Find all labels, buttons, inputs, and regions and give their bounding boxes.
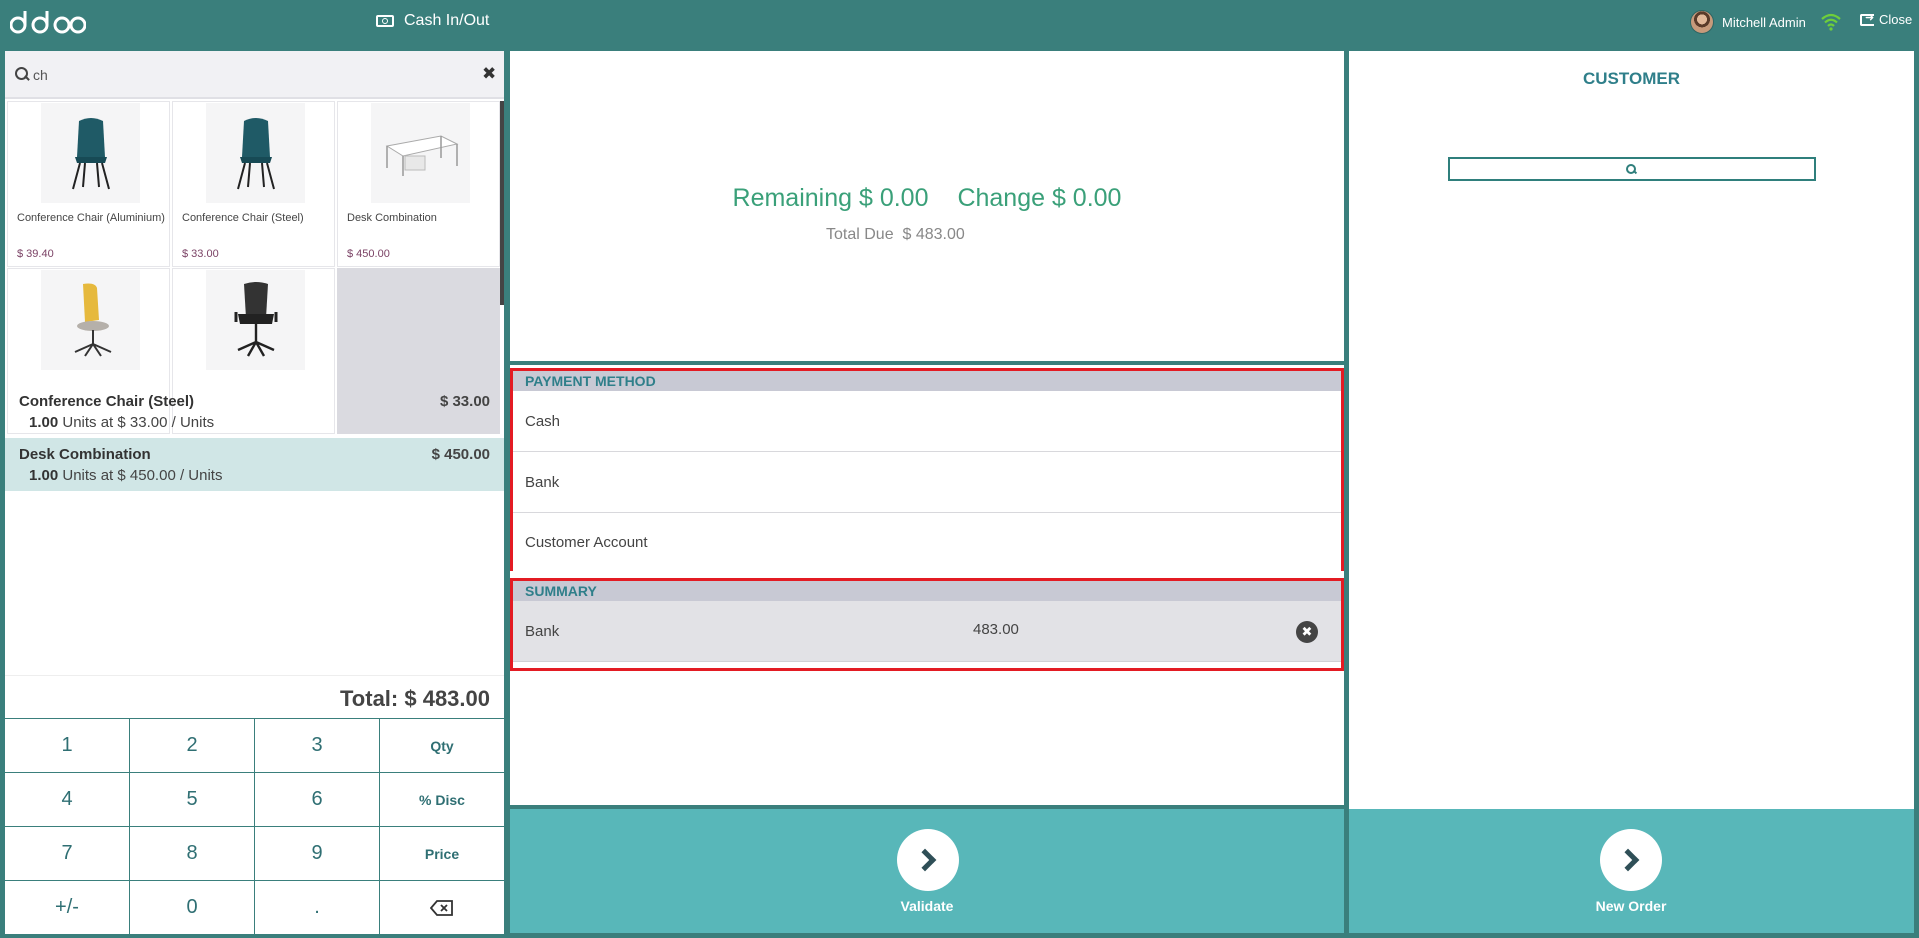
total-due: Total Due $ 483.00: [826, 226, 965, 244]
close-label: Close: [1879, 12, 1913, 27]
teal-chair-icon: [206, 103, 305, 203]
numpad-key-4[interactable]: 4: [5, 773, 130, 827]
orderline-unit-info: Units at $ 450.00 / Units: [62, 467, 223, 484]
payment-status-line: Remaining $ 0.00 Change $ 0.00: [510, 184, 1344, 213]
numpad-key-2[interactable]: 2: [130, 719, 255, 773]
cash-in-out-button[interactable]: Cash In/Out: [376, 12, 489, 30]
payment-line-amount: 483.00: [973, 621, 1019, 638]
backspace-icon: [430, 899, 453, 916]
payment-status-panel: Remaining $ 0.00 Change $ 0.00 Total Due…: [510, 51, 1344, 361]
new-order-label: New Order: [1595, 898, 1667, 914]
order-line-selected[interactable]: Desk Combination $ 450.00 1.00 Units at …: [5, 438, 504, 491]
customer-panel: CUSTOMER: [1349, 51, 1914, 809]
numpad-key-6[interactable]: 6: [255, 773, 380, 827]
product-card[interactable]: Conference Chair (Steel) $ 33.00: [172, 101, 335, 267]
black-office-chair-icon: [206, 270, 305, 370]
wifi-icon: [1821, 13, 1841, 31]
orderline-price: $ 450.00: [431, 446, 490, 463]
payment-line-method: Bank: [525, 622, 560, 640]
numpad-key-5[interactable]: 5: [130, 773, 255, 827]
numpad-key-1[interactable]: 1: [5, 719, 130, 773]
search-icon: [15, 67, 29, 81]
payment-method-title: PAYMENT METHOD: [513, 371, 1341, 391]
orderline-price: $ 33.00: [439, 393, 490, 410]
cash-in-out-label: Cash In/Out: [404, 12, 490, 29]
customer-title: CUSTOMER: [1583, 69, 1680, 88]
product-card[interactable]: Desk Combination $ 450.00: [337, 101, 500, 267]
product-price: $ 450.00: [347, 248, 390, 260]
remaining-amount: Remaining $ 0.00: [732, 184, 929, 212]
payment-method-cash[interactable]: Cash: [513, 391, 1341, 452]
chevron-right-icon: [1600, 829, 1662, 891]
product-price: $ 33.00: [182, 248, 219, 260]
payment-method-customer-account[interactable]: Customer Account: [513, 513, 1341, 571]
orderline-unit-info: Units at $ 33.00 / Units: [62, 414, 215, 431]
payment-method-section: PAYMENT METHOD Cash Bank Customer Accoun…: [510, 368, 1344, 571]
order-lines: Conference Chair (Steel) $ 33.00 1.00 Un…: [5, 385, 504, 491]
orderline-qty: 1.00: [29, 414, 59, 431]
product-search-input[interactable]: [33, 63, 453, 87]
chevron-right-icon: [897, 829, 959, 891]
total-due-value: $ 483.00: [902, 226, 965, 243]
avatar: [1690, 10, 1714, 34]
validate-label: Validate: [900, 898, 954, 914]
numpad-decimal-button[interactable]: .: [255, 881, 380, 934]
clear-search-icon[interactable]: ✖: [482, 64, 496, 84]
money-icon: [376, 15, 394, 27]
numpad-discount-button[interactable]: % Disc: [380, 773, 504, 827]
numpad-plus-minus-button[interactable]: +/-: [5, 881, 130, 934]
orderline-name: Desk Combination: [19, 446, 151, 463]
numpad-key-9[interactable]: 9: [255, 827, 380, 881]
payment-method-bank[interactable]: Bank: [513, 452, 1341, 513]
summary-title: SUMMARY: [513, 581, 1341, 601]
numpad-key-8[interactable]: 8: [130, 827, 255, 881]
product-name: Desk Combination: [347, 212, 437, 224]
payment-methods-panel: PAYMENT METHOD Cash Bank Customer Accoun…: [510, 365, 1344, 805]
validate-button[interactable]: Validate: [510, 809, 1344, 933]
odoo-logo[interactable]: [10, 6, 86, 40]
orderline-info: 1.00 Units at $ 33.00 / Units: [29, 414, 490, 431]
customer-search-input[interactable]: [1448, 157, 1816, 181]
numpad-qty-button[interactable]: Qty: [380, 719, 504, 773]
delete-payment-line-icon[interactable]: ✖: [1296, 621, 1318, 643]
product-search-bar: ✖: [5, 51, 504, 99]
orderline-info: 1.00 Units at $ 450.00 / Units: [29, 467, 490, 484]
numpad-key-3[interactable]: 3: [255, 719, 380, 773]
yellow-office-chair-icon: [41, 270, 140, 370]
product-name: Conference Chair (Aluminium): [17, 212, 165, 224]
user-menu[interactable]: Mitchell Admin: [1690, 10, 1806, 34]
order-total: Total: $ 483.00: [5, 675, 504, 718]
product-card[interactable]: Conference Chair (Aluminium) $ 39.40: [7, 101, 170, 267]
change-amount: Change $ 0.00: [957, 184, 1122, 212]
sign-out-icon: [1860, 11, 1874, 26]
close-button[interactable]: Close: [1860, 11, 1913, 27]
user-name: Mitchell Admin: [1722, 14, 1806, 30]
numpad-backspace-button[interactable]: [380, 881, 504, 934]
product-grid-scrollbar[interactable]: [500, 101, 504, 305]
numpad-price-button[interactable]: Price: [380, 827, 504, 881]
product-and-order-pane: ✖ Conference Chair (Aluminium) $ 39.40 C…: [5, 51, 504, 934]
desk-icon: [371, 103, 470, 203]
product-name: Conference Chair (Steel): [182, 212, 304, 224]
search-icon: [1626, 164, 1636, 174]
numpad-key-7[interactable]: 7: [5, 827, 130, 881]
numpad-key-0[interactable]: 0: [130, 881, 255, 934]
summary-section: SUMMARY Bank 483.00 ✖: [510, 578, 1344, 671]
order-line[interactable]: Conference Chair (Steel) $ 33.00 1.00 Un…: [5, 385, 504, 438]
new-order-button[interactable]: New Order: [1349, 809, 1914, 933]
total-due-label: Total Due: [826, 226, 894, 243]
payment-line[interactable]: Bank 483.00 ✖: [513, 601, 1341, 662]
orderline-name: Conference Chair (Steel): [19, 393, 195, 410]
top-bar: Cash In/Out Mitchell Admin Close: [0, 0, 1919, 46]
teal-chair-icon: [41, 103, 140, 203]
orderline-qty: 1.00: [29, 467, 59, 484]
product-price: $ 39.40: [17, 248, 54, 260]
numpad: 1 2 3 Qty 4 5 6 % Disc 7 8 9 Price +/- 0…: [5, 718, 504, 934]
